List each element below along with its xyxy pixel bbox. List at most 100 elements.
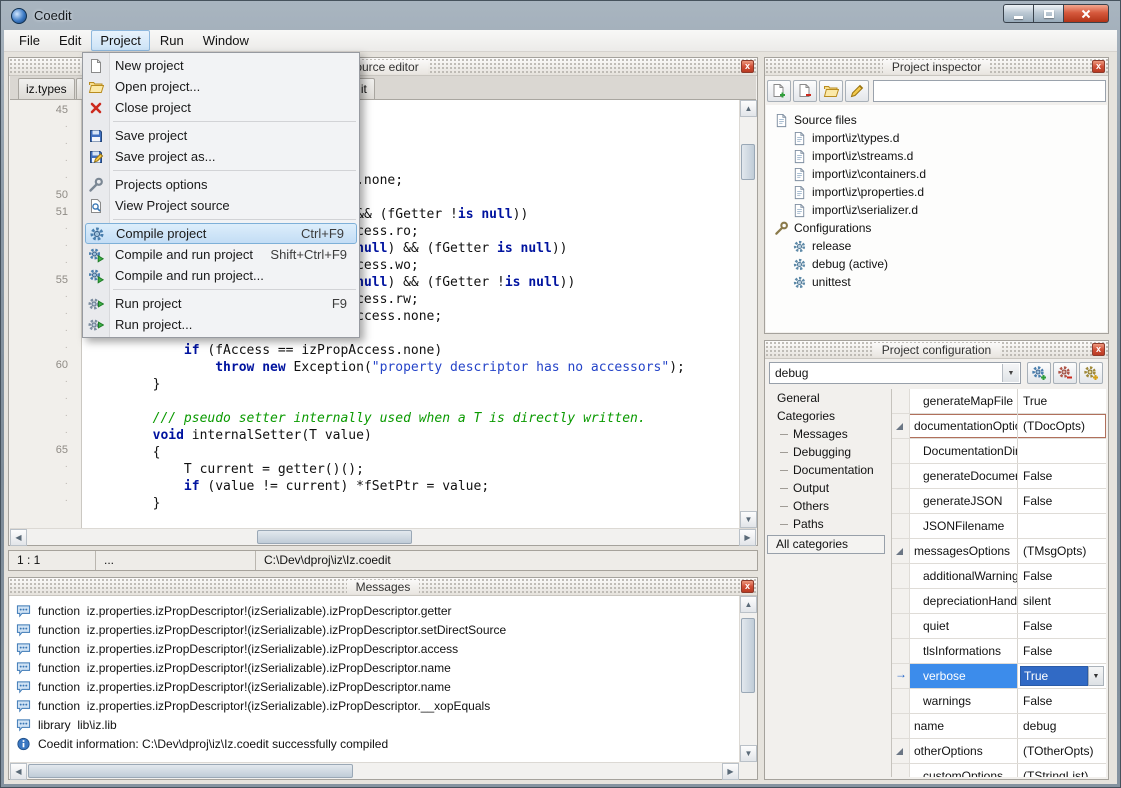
property-value[interactable]: False xyxy=(1018,639,1106,663)
property-value[interactable]: True xyxy=(1018,389,1106,413)
property-name[interactable]: warnings xyxy=(910,689,1018,713)
menu-item-compile-and-run-project[interactable]: Compile and run project... xyxy=(83,265,359,286)
message-row[interactable]: function iz.properties.izPropDescriptor!… xyxy=(10,658,739,677)
gutter-line[interactable]: · xyxy=(10,461,81,478)
property-name[interactable]: documentationOptions xyxy=(910,414,1018,438)
menu-item-close-project[interactable]: Close project xyxy=(83,97,359,118)
code-line[interactable] xyxy=(90,393,739,410)
category-general[interactable]: General xyxy=(767,389,889,407)
project-inspector-close-icon[interactable]: x xyxy=(1092,60,1105,73)
expander-icon[interactable] xyxy=(896,423,903,430)
menu-item-open-project[interactable]: Open project... xyxy=(83,76,359,97)
scroll-left-icon[interactable]: ◀ xyxy=(10,763,27,780)
message-row[interactable]: library lib\iz.lib xyxy=(10,715,739,734)
property-value[interactable]: False xyxy=(1018,689,1106,713)
gutter-line[interactable]: · xyxy=(10,308,81,325)
tree-item-configurations[interactable]: Configurations xyxy=(766,219,1107,237)
property-name[interactable]: customOptions xyxy=(910,764,1018,777)
menu-window[interactable]: Window xyxy=(194,30,258,51)
project-inspector-header[interactable]: Project inspector x xyxy=(765,58,1108,76)
property-value[interactable] xyxy=(1018,439,1106,463)
source-editor-close-icon[interactable]: x xyxy=(741,60,754,73)
code-line[interactable]: { xyxy=(90,444,739,461)
close-button[interactable] xyxy=(1063,4,1109,23)
code-line[interactable]: /// pseudo setter internally used when a… xyxy=(90,410,739,427)
menu-run[interactable]: Run xyxy=(151,30,193,51)
property-name[interactable]: JSONFilename xyxy=(910,514,1018,538)
gutter-line[interactable]: · xyxy=(10,223,81,240)
code-line[interactable]: if (fAccess == izPropAccess.none) xyxy=(90,342,739,359)
scroll-down-icon[interactable]: ▼ xyxy=(740,745,757,762)
message-row[interactable]: function iz.properties.izPropDescriptor!… xyxy=(10,677,739,696)
property-value[interactable]: debug xyxy=(1018,714,1106,738)
editor-vertical-scrollbar[interactable]: ▲ ▼ xyxy=(739,100,756,528)
message-row[interactable]: Coedit information: C:\Dev\dproj\iz\Iz.c… xyxy=(10,734,739,753)
menu-item-compile-and-run-project[interactable]: Compile and run projectShift+Ctrl+F9 xyxy=(83,244,359,265)
gutter-line[interactable]: · xyxy=(10,393,81,410)
scroll-right-icon[interactable]: ▶ xyxy=(722,763,739,780)
property-name[interactable]: otherOptions xyxy=(910,739,1018,763)
gutter-line[interactable]: 51 xyxy=(10,206,81,223)
property-name[interactable]: quiet xyxy=(910,614,1018,638)
category-all-categories[interactable]: All categories xyxy=(767,535,885,554)
property-value[interactable]: (TOtherOpts) xyxy=(1018,739,1106,763)
property-name[interactable]: generateMapFile xyxy=(910,389,1018,413)
title-bar[interactable]: Coedit xyxy=(1,1,1120,30)
gutter-line[interactable]: 65 xyxy=(10,444,81,461)
gutter-line[interactable]: · xyxy=(10,172,81,189)
code-line[interactable]: } xyxy=(90,495,739,512)
menu-item-view-project-source[interactable]: View Project source xyxy=(83,195,359,216)
property-name[interactable]: depreciationHandling xyxy=(910,589,1018,613)
messages-close-icon[interactable]: x xyxy=(741,580,754,593)
chevron-down-icon[interactable]: ▼ xyxy=(1088,666,1104,686)
property-name[interactable]: DocumentationDirectory xyxy=(910,439,1018,463)
tree-item-import-iz-containers-d[interactable]: import\iz\containers.d xyxy=(766,165,1107,183)
menu-item-save-project[interactable]: Save project xyxy=(83,125,359,146)
menu-file[interactable]: File xyxy=(10,30,49,51)
gutter-line[interactable]: · xyxy=(10,138,81,155)
scroll-down-icon[interactable]: ▼ xyxy=(740,511,757,528)
scroll-up-icon[interactable]: ▲ xyxy=(740,100,757,117)
messages-horizontal-scrollbar[interactable]: ◀ ▶ xyxy=(10,762,739,779)
add-source-button[interactable] xyxy=(767,80,791,102)
gutter-line[interactable]: · xyxy=(10,342,81,359)
edit-project-button[interactable] xyxy=(845,80,869,102)
property-name[interactable]: additionalWarnings xyxy=(910,564,1018,588)
menu-item-projects-options[interactable]: Projects options xyxy=(83,174,359,195)
remove-source-button[interactable] xyxy=(793,80,817,102)
scroll-right-icon[interactable]: ▶ xyxy=(739,529,756,546)
property-value[interactable]: (TDocOpts) xyxy=(1018,414,1106,438)
gutter-line[interactable]: · xyxy=(10,376,81,393)
category-others[interactable]: Others xyxy=(767,497,889,515)
tree-item-source-files[interactable]: Source files xyxy=(766,111,1107,129)
property-name[interactable]: verbose xyxy=(910,664,1018,688)
tree-item-debug-active[interactable]: debug (active) xyxy=(766,255,1107,273)
property-value[interactable]: False xyxy=(1018,564,1106,588)
gutter-line[interactable]: 45 xyxy=(10,104,81,121)
editor-horizontal-scrollbar[interactable]: ◀ ▶ xyxy=(10,528,756,545)
messages-hscroll-thumb[interactable] xyxy=(28,764,353,778)
editor-hscroll-thumb[interactable] xyxy=(257,530,412,544)
code-line[interactable]: if (value != current) *fSetPtr = value; xyxy=(90,478,739,495)
gutter-line[interactable]: · xyxy=(10,291,81,308)
scroll-up-icon[interactable]: ▲ xyxy=(740,596,757,613)
inspector-filter-input[interactable] xyxy=(873,80,1106,102)
property-value[interactable]: False xyxy=(1018,489,1106,513)
tree-item-release[interactable]: release xyxy=(766,237,1107,255)
menu-edit[interactable]: Edit xyxy=(50,30,90,51)
property-value[interactable]: (TMsgOpts) xyxy=(1018,539,1106,563)
category-debugging[interactable]: Debugging xyxy=(767,443,889,461)
tab-iz-types[interactable]: iz.types xyxy=(18,78,75,99)
code-line[interactable]: } xyxy=(90,376,739,393)
gutter-line[interactable]: · xyxy=(10,495,81,512)
project-configuration-header[interactable]: Project configuration x xyxy=(765,341,1108,359)
clone-config-button[interactable] xyxy=(1079,362,1103,384)
property-name[interactable]: name xyxy=(910,714,1018,738)
gutter-line[interactable]: 55 xyxy=(10,274,81,291)
code-line[interactable]: throw new Exception("property descriptor… xyxy=(90,359,739,376)
remove-config-button[interactable] xyxy=(1053,362,1077,384)
gutter-line[interactable]: · xyxy=(10,155,81,172)
gutter-line[interactable]: · xyxy=(10,121,81,138)
gutter-line[interactable]: 60 xyxy=(10,359,81,376)
property-name[interactable]: generateJSON xyxy=(910,489,1018,513)
